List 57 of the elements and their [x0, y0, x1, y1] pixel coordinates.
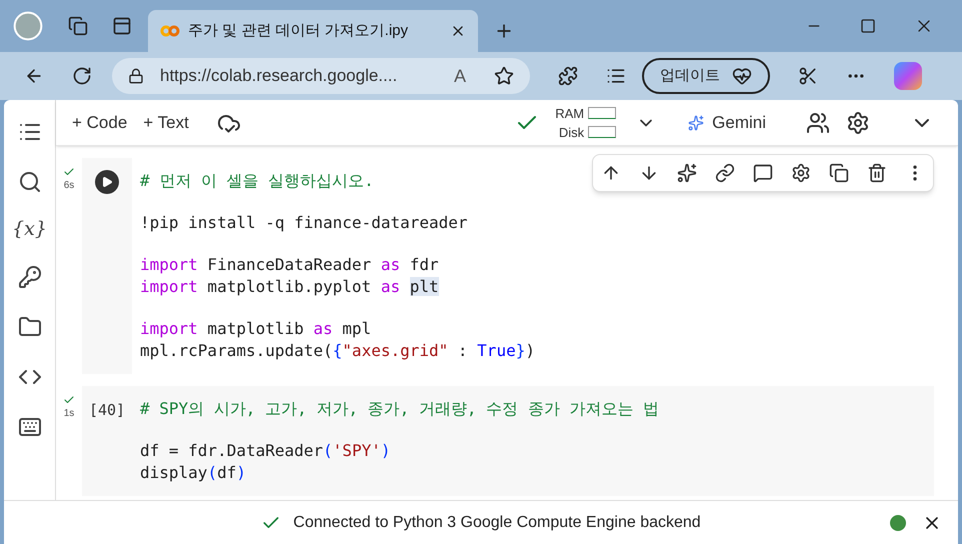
- comment-icon[interactable]: [753, 163, 773, 183]
- copilot-icon[interactable]: [894, 62, 922, 90]
- code-line: import matplotlib as mpl: [140, 318, 372, 340]
- status-text: Connected to Python 3 Google Compute Engine backend: [293, 512, 701, 532]
- done-check-icon: [63, 394, 75, 406]
- update-button[interactable]: 업데이트: [642, 58, 770, 94]
- gemini-button[interactable]: Gemini: [688, 110, 766, 136]
- star-icon[interactable]: [494, 66, 514, 86]
- colab-logo-icon: [160, 25, 180, 37]
- tab-collections-icon[interactable]: [68, 16, 88, 36]
- terminal-icon[interactable]: [18, 415, 42, 439]
- settings-icon[interactable]: [846, 110, 870, 134]
- lock-icon: [128, 68, 144, 84]
- code-line: # SPY의 시가, 고가, 저가, 종가, 거래량, 수정 종가 가져오는 법: [140, 398, 660, 420]
- link-icon[interactable]: [715, 163, 735, 183]
- disk-meter: [588, 126, 616, 138]
- code-line: # 먼저 이 셀을 실행하십시오.: [140, 170, 374, 192]
- code-line: !pip install -q finance-datareader: [140, 212, 468, 234]
- maximize-icon[interactable]: [860, 18, 876, 34]
- add-code-button[interactable]: + Code: [72, 110, 128, 136]
- url-text: https://colab.research.google....: [160, 65, 398, 88]
- done-check-icon: [63, 166, 75, 178]
- execution-count: [40]: [88, 400, 126, 421]
- tab-actions-icon[interactable]: [112, 16, 132, 36]
- mirror-cell-icon[interactable]: [829, 163, 849, 183]
- variables-button[interactable]: {x}: [12, 220, 47, 239]
- people-icon[interactable]: [806, 110, 830, 134]
- extensions-icon[interactable]: [558, 66, 578, 86]
- run-button[interactable]: [95, 170, 119, 194]
- code-line: import matplotlib.pyplot as plt: [140, 276, 439, 298]
- run-time: 1s: [64, 407, 74, 421]
- sparkle-icon: [688, 114, 704, 130]
- add-text-button[interactable]: + Text: [143, 110, 189, 136]
- play-icon: [101, 176, 113, 188]
- folder-icon[interactable]: [18, 315, 42, 339]
- code-line: display(df): [140, 462, 246, 484]
- code-line: import FinanceDataReader as fdr: [140, 254, 439, 276]
- sparkle-icon[interactable]: [677, 163, 697, 183]
- delete-icon[interactable]: [867, 163, 887, 183]
- read-aloud-icon[interactable]: A: [454, 62, 478, 90]
- run-time: 6s: [64, 179, 74, 193]
- browser-tab[interactable]: 주가 및 관련 데이터 가져오기.ipy: [148, 10, 478, 52]
- reload-icon[interactable]: [72, 66, 92, 86]
- search-icon[interactable]: [18, 170, 42, 194]
- disk-label: Disk: [558, 124, 584, 142]
- ram-meter: [588, 107, 616, 119]
- code-line: df = fdr.DataReader('SPY'): [140, 440, 390, 462]
- tab-title: 주가 및 관련 데이터 가져오기.ipy: [188, 20, 410, 41]
- code-line: mpl.rcParams.update({"axes.grid" : True}): [140, 340, 535, 362]
- ram-label: RAM: [555, 104, 584, 122]
- heart-pulse-icon: [732, 66, 752, 86]
- code-cell[interactable]: [40] # SPY의 시가, 고가, 저가, 종가, 거래량, 수정 종가 가져오는 법 df = fdr.DataReader('SPY') display(df): [82, 386, 934, 496]
- key-icon[interactable]: [18, 265, 42, 289]
- settings-icon[interactable]: [791, 163, 811, 183]
- screenshot-icon[interactable]: [798, 66, 818, 86]
- address-bar[interactable]: https://colab.research.google.... A: [112, 58, 530, 94]
- code-cell[interactable]: # 먼저 이 셀을 실행하십시오. !pip install -q finance-datareader import FinanceDataReader as fdr import matplotlib.pyplot as plt import matplotlib as mpl mpl.rcParams.update({"axes.grid" : True}): [82, 158, 934, 374]
